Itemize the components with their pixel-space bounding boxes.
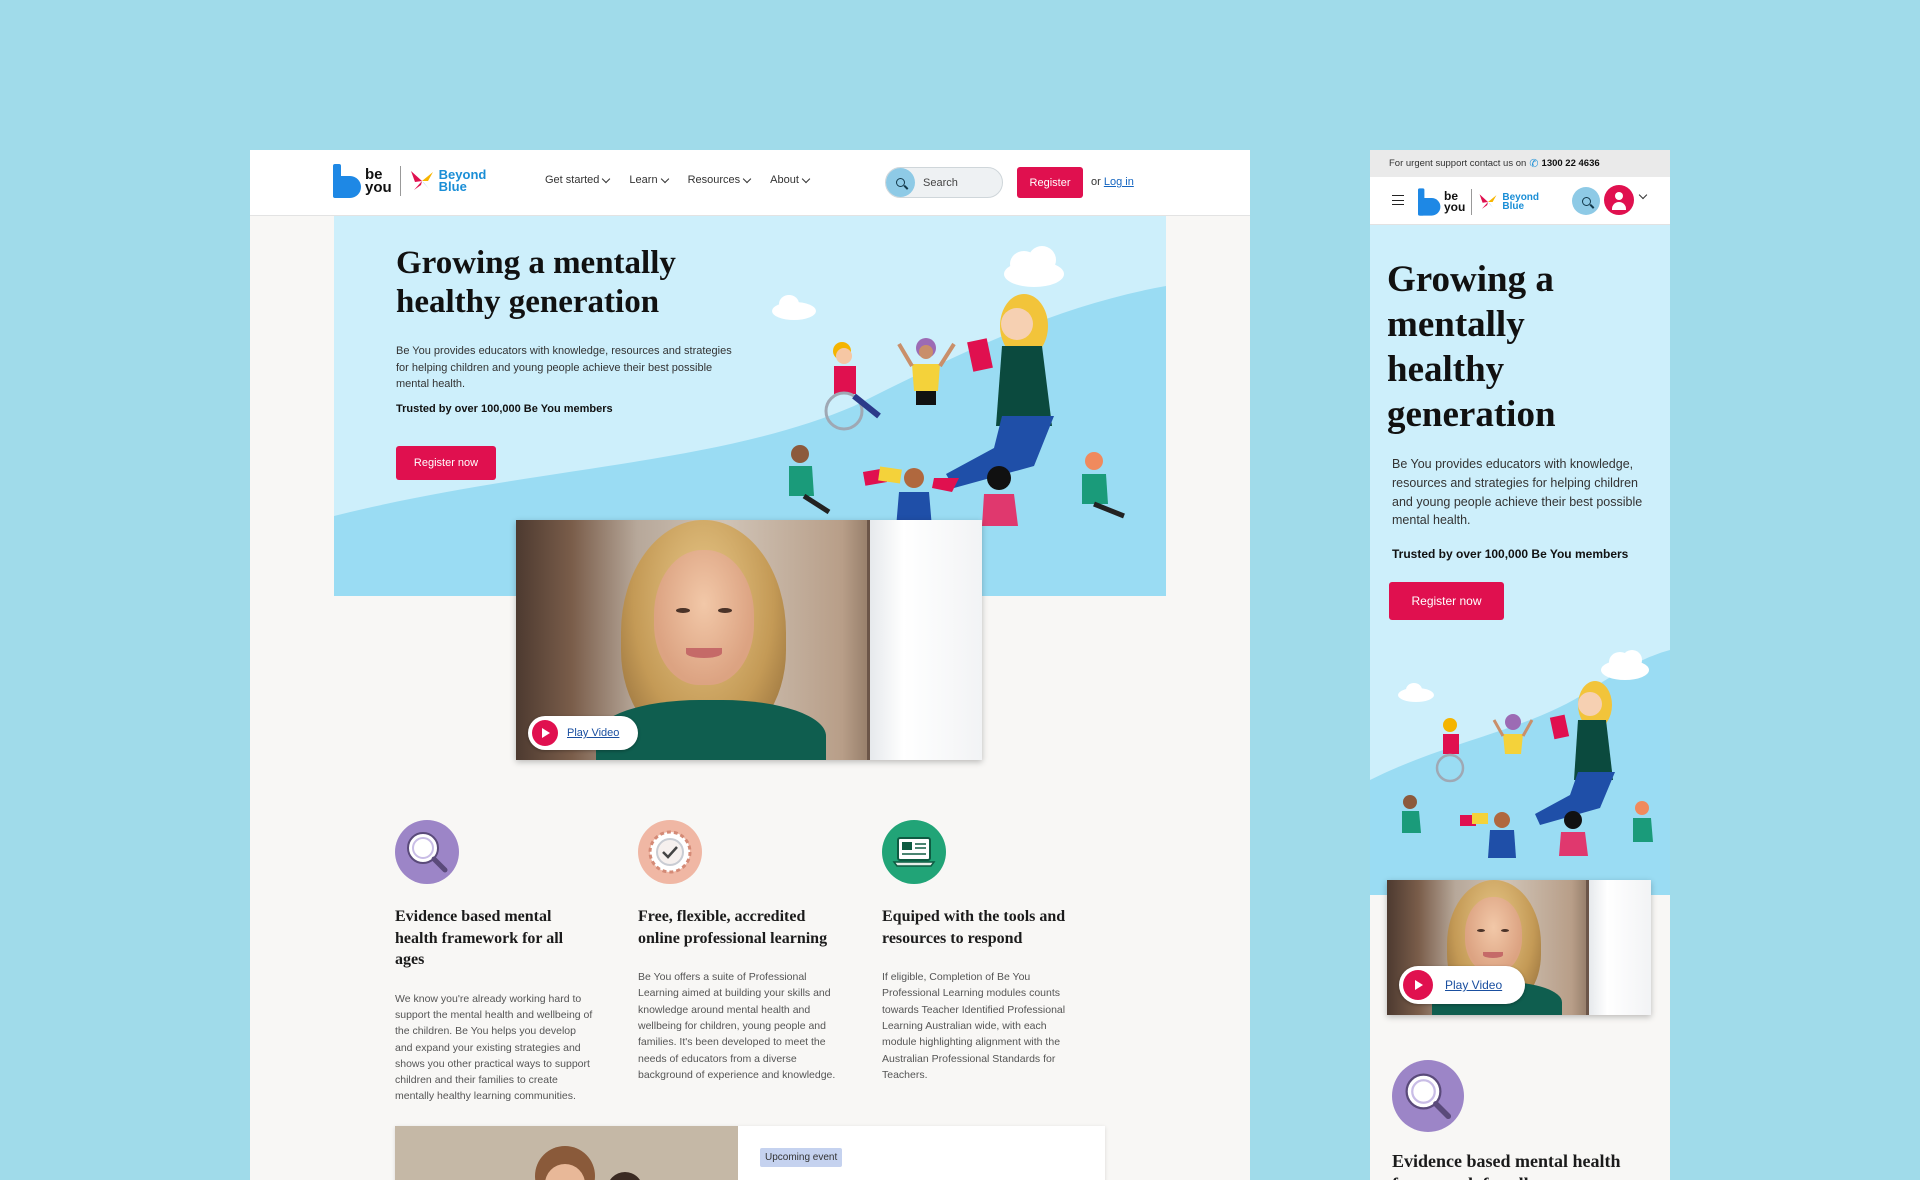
search-placeholder: Search bbox=[923, 176, 958, 189]
event-card[interactable]: Upcoming event bbox=[395, 1126, 1105, 1180]
feature-title: Evidence based mental health framework f… bbox=[395, 908, 564, 969]
brand-logo[interactable]: be you Beyond Blue bbox=[333, 164, 486, 198]
mobile-hero-section: Growing a mentally healthy generation Be… bbox=[1370, 225, 1670, 895]
support-text: For urgent support contact us on bbox=[1389, 158, 1527, 169]
cloud-icon bbox=[1398, 683, 1434, 702]
play-video-label: Play Video bbox=[1445, 978, 1503, 992]
chevron-down-icon bbox=[660, 174, 669, 183]
play-icon bbox=[532, 720, 558, 746]
be-you-logo-text-2: you bbox=[1444, 200, 1466, 214]
intro-video[interactable]: Play Video bbox=[1387, 880, 1651, 1015]
register-button[interactable]: Register bbox=[1017, 167, 1083, 198]
hero-subtitle: Be You provides educators with knowledge… bbox=[396, 345, 732, 390]
feature-title: Free, flexible, accredited online profes… bbox=[638, 908, 828, 947]
play-video-label: Play Video bbox=[567, 727, 620, 739]
urgent-support-bar: For urgent support contact us on ✆ 1300 … bbox=[1370, 150, 1670, 177]
feature-body: Be You offers a suite of Professional Le… bbox=[638, 971, 836, 1081]
be-you-logo-icon bbox=[1418, 188, 1441, 216]
beyond-blue-text-2: Blue bbox=[438, 179, 467, 194]
login-text: or Log in bbox=[1091, 176, 1134, 188]
laptop-icon bbox=[882, 820, 946, 884]
feature-body: If eligible, Completion of Be You Profes… bbox=[882, 971, 1066, 1081]
hero-illustration bbox=[1370, 650, 1670, 895]
search-icon bbox=[886, 168, 915, 197]
mobile-preview: For urgent support contact us on ✆ 1300 … bbox=[1370, 150, 1670, 1180]
feature-body: We know you're already working hard to s… bbox=[395, 992, 593, 1103]
hamburger-menu-icon[interactable] bbox=[1392, 195, 1404, 205]
chevron-down-icon[interactable] bbox=[1638, 190, 1648, 200]
chevron-down-icon bbox=[602, 174, 611, 183]
chevron-down-icon bbox=[801, 174, 811, 183]
hero-trust-text: Trusted by over 100,000 Be You members bbox=[1392, 547, 1629, 561]
nav-item-learn[interactable]: Learn bbox=[629, 174, 669, 186]
cloud-icon bbox=[772, 295, 816, 320]
nav-item-resources[interactable]: Resources bbox=[688, 174, 752, 186]
event-photo bbox=[395, 1126, 738, 1180]
play-video-button[interactable]: Play Video bbox=[1399, 966, 1525, 1004]
mobile-header: be you Beyond Blue bbox=[1370, 177, 1670, 225]
feature-professional-learning: Free, flexible, accredited online profes… bbox=[638, 820, 838, 1083]
butterfly-icon bbox=[1479, 194, 1497, 209]
certificate-icon bbox=[638, 820, 702, 884]
magnifier-icon bbox=[395, 820, 459, 884]
phone-icon: ✆ bbox=[1529, 158, 1539, 170]
logo-divider bbox=[399, 166, 401, 196]
hero-title: Growing a mentally healthy generation bbox=[1387, 259, 1556, 436]
nav-item-get-started[interactable]: Get started bbox=[545, 174, 611, 186]
magnifier-icon bbox=[1392, 1060, 1464, 1132]
logo-divider bbox=[1471, 189, 1473, 215]
feature-title: Evidence based mental health framework f… bbox=[1392, 1151, 1621, 1180]
beyond-blue-text-2: Blue bbox=[1502, 201, 1525, 212]
cloud-icon bbox=[1601, 650, 1649, 680]
register-now-button[interactable]: Register now bbox=[396, 446, 496, 480]
nav-item-about[interactable]: About bbox=[770, 174, 811, 186]
cloud-icon bbox=[1004, 246, 1064, 287]
be-you-logo-icon bbox=[333, 164, 361, 198]
user-avatar-button[interactable] bbox=[1604, 185, 1634, 215]
hero-trust-text: Trusted by over 100,000 Be You members bbox=[396, 403, 613, 415]
main-nav: Get started Learn Resources About bbox=[545, 174, 811, 186]
hero-subtitle: Be You provides educators with knowledge… bbox=[1392, 457, 1643, 528]
desktop-preview: be you Beyond Blue Get started Learn Res… bbox=[250, 150, 1250, 1180]
register-now-button[interactable]: Register now bbox=[1389, 582, 1504, 620]
user-icon bbox=[1615, 192, 1623, 200]
search-button[interactable] bbox=[1572, 187, 1600, 215]
login-link[interactable]: Log in bbox=[1104, 176, 1134, 188]
hero-title: Growing a mentally healthy generation bbox=[396, 245, 676, 320]
be-you-logo-text-2: you bbox=[365, 179, 392, 196]
play-video-button[interactable]: Play Video bbox=[528, 716, 638, 750]
event-badge: Upcoming event bbox=[760, 1148, 843, 1167]
feature-tools-resources: Equiped with the tools and resources to … bbox=[882, 820, 1082, 1083]
desktop-header: be you Beyond Blue Get started Learn Res… bbox=[250, 150, 1250, 216]
support-phone-link[interactable]: 1300 22 4636 bbox=[1542, 158, 1600, 169]
search-icon bbox=[1581, 196, 1591, 206]
feature-evidence-based: Evidence based mental health framework f… bbox=[395, 820, 595, 1105]
intro-video[interactable]: Play Video bbox=[516, 520, 982, 760]
feature-title: Equiped with the tools and resources to … bbox=[882, 908, 1066, 947]
butterfly-icon bbox=[410, 171, 433, 190]
chevron-down-icon bbox=[742, 174, 752, 183]
play-icon bbox=[1403, 970, 1433, 1000]
brand-logo[interactable]: be you Beyond Blue bbox=[1418, 185, 1539, 219]
search-input[interactable]: Search bbox=[885, 167, 1003, 198]
